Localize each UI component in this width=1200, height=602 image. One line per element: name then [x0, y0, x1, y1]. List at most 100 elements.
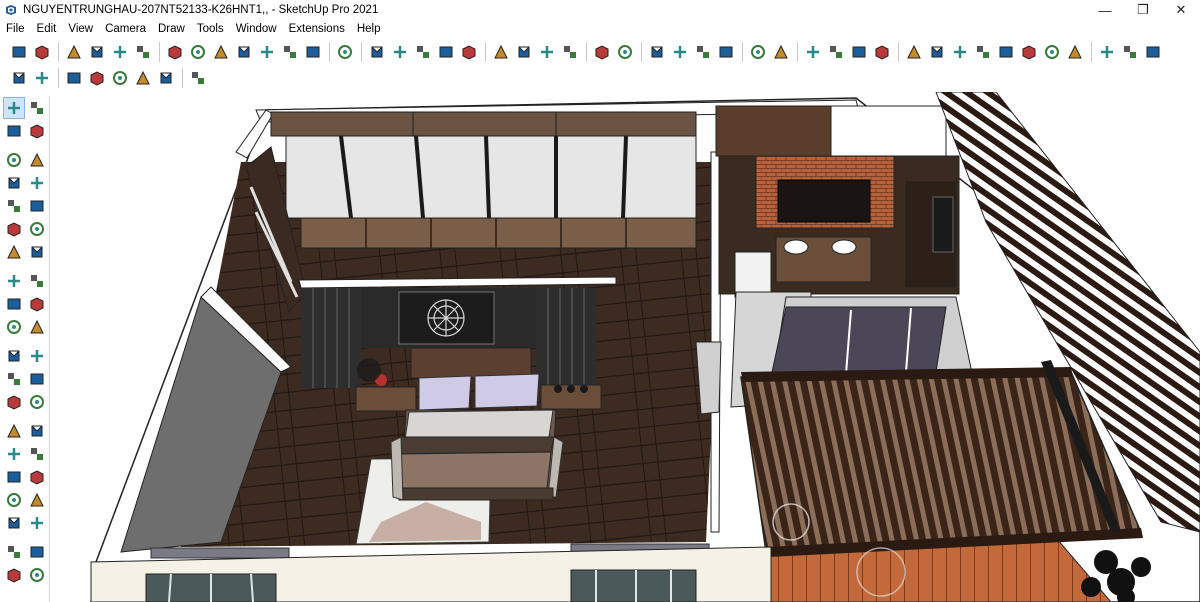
menu-window[interactable]: Window	[230, 20, 283, 38]
sandbox-scratch-icon[interactable]	[26, 541, 48, 563]
gear-icon[interactable]	[903, 41, 925, 63]
copy-icon[interactable]	[848, 41, 870, 63]
right-view-icon[interactable]	[86, 41, 108, 63]
top-view-icon[interactable]	[31, 41, 53, 63]
triangle-icon[interactable]	[972, 41, 994, 63]
menu-draw[interactable]: Draw	[152, 20, 191, 38]
pie-icon[interactable]	[26, 241, 48, 263]
menu-file[interactable]: File	[0, 20, 31, 38]
select-arrow-icon[interactable]	[3, 96, 25, 119]
solid-subtract-icon[interactable]	[536, 41, 558, 63]
window-frame-icon[interactable]	[802, 41, 824, 63]
section-fill-icon[interactable]	[412, 41, 434, 63]
two-point-arc-icon[interactable]	[26, 218, 48, 240]
position-camera-icon[interactable]	[3, 489, 25, 511]
rotated-rectangle-icon[interactable]	[26, 172, 48, 194]
push-pull-icon[interactable]	[26, 270, 48, 292]
tape-measure-icon[interactable]	[3, 345, 25, 367]
walk-tool-icon[interactable]	[3, 512, 25, 534]
textured-icon[interactable]	[279, 41, 301, 63]
front-view-icon[interactable]	[63, 41, 85, 63]
stamp-icon[interactable]	[26, 564, 48, 586]
text-label-icon[interactable]	[770, 41, 792, 63]
menu-camera[interactable]: Camera	[99, 20, 152, 38]
box-open-icon[interactable]	[109, 67, 131, 89]
protractor-icon[interactable]	[3, 368, 25, 390]
menu-help[interactable]: Help	[351, 20, 387, 38]
rectangle-icon[interactable]	[3, 172, 25, 194]
circle-target-icon[interactable]	[949, 41, 971, 63]
component-options-icon[interactable]	[31, 67, 53, 89]
walk-icon[interactable]	[1096, 41, 1118, 63]
zoom-window-icon[interactable]	[26, 443, 48, 465]
follow-me-icon[interactable]	[26, 293, 48, 315]
previous-view-icon[interactable]	[26, 466, 48, 488]
section-display-icon[interactable]	[435, 41, 457, 63]
three-point-arc-icon[interactable]	[3, 241, 25, 263]
minimize-button[interactable]: —	[1086, 0, 1124, 20]
smooth-icon[interactable]	[669, 41, 691, 63]
menu-tools[interactable]: Tools	[191, 20, 230, 38]
solid-trim-icon[interactable]	[559, 41, 581, 63]
circle-icon[interactable]	[3, 195, 25, 217]
menu-view[interactable]: View	[62, 20, 99, 38]
smoove-icon[interactable]	[3, 564, 25, 586]
paint-bucket-icon[interactable]	[3, 120, 25, 142]
arc-icon[interactable]	[3, 218, 25, 240]
text-tool-icon[interactable]	[26, 368, 48, 390]
eraser-icon[interactable]	[26, 120, 48, 142]
model-viewport[interactable]	[51, 92, 1200, 602]
box-shell-icon[interactable]	[132, 67, 154, 89]
sphere-icon[interactable]	[155, 67, 177, 89]
scale-icon[interactable]	[3, 316, 25, 338]
section-cut-icon[interactable]	[389, 41, 411, 63]
search-icon[interactable]	[8, 67, 30, 89]
solid-union-icon[interactable]	[513, 41, 535, 63]
sandbox-drape-icon[interactable]	[614, 41, 636, 63]
back-view-icon[interactable]	[109, 41, 131, 63]
close-button[interactable]: ✕	[1162, 0, 1200, 20]
lamp-icon[interactable]	[926, 41, 948, 63]
panel-icon[interactable]	[825, 41, 847, 63]
wireframe-icon[interactable]	[210, 41, 232, 63]
materials-icon[interactable]	[86, 67, 108, 89]
3d-text-icon[interactable]	[26, 391, 48, 413]
axes-tool-icon[interactable]	[3, 391, 25, 413]
move-icon[interactable]	[3, 270, 25, 292]
rotate-icon[interactable]	[715, 41, 737, 63]
lock-icon[interactable]	[871, 41, 893, 63]
iso-view-icon[interactable]	[8, 41, 30, 63]
left-view-icon[interactable]	[132, 41, 154, 63]
menu-extensions[interactable]: Extensions	[283, 20, 351, 38]
xray-icon[interactable]	[164, 41, 186, 63]
hidden-line-icon[interactable]	[233, 41, 255, 63]
menu-edit[interactable]: Edit	[31, 20, 63, 38]
box-icon[interactable]	[1119, 41, 1141, 63]
axes-icon[interactable]	[490, 41, 512, 63]
dimension-tool-icon[interactable]	[26, 345, 48, 367]
cube-icon[interactable]	[1142, 41, 1164, 63]
polygon-icon[interactable]	[26, 195, 48, 217]
shaded-icon[interactable]	[256, 41, 278, 63]
outliner-icon[interactable]	[63, 67, 85, 89]
sandbox-stamp-icon[interactable]	[591, 41, 613, 63]
back-edges-icon[interactable]	[187, 41, 209, 63]
zoom-extents-icon[interactable]	[3, 466, 25, 488]
monochrome-icon[interactable]	[302, 41, 324, 63]
section-tool-icon[interactable]	[26, 512, 48, 534]
section-fill-alt-icon[interactable]	[458, 41, 480, 63]
sandbox-contours-icon[interactable]	[3, 541, 25, 563]
disc-icon[interactable]	[1064, 41, 1086, 63]
maximize-button[interactable]: ❐	[1124, 0, 1162, 20]
sun-icon[interactable]	[1018, 41, 1040, 63]
rotate-tool-icon[interactable]	[3, 293, 25, 315]
pencil-icon[interactable]	[3, 149, 25, 171]
components-icon[interactable]	[334, 41, 356, 63]
freehand-icon[interactable]	[26, 149, 48, 171]
zoom-icon[interactable]	[3, 443, 25, 465]
section-plane-icon[interactable]	[366, 41, 388, 63]
spiral-icon[interactable]	[692, 41, 714, 63]
dome-icon[interactable]	[1041, 41, 1063, 63]
pan-icon[interactable]	[26, 420, 48, 442]
component-icon[interactable]	[26, 97, 48, 119]
